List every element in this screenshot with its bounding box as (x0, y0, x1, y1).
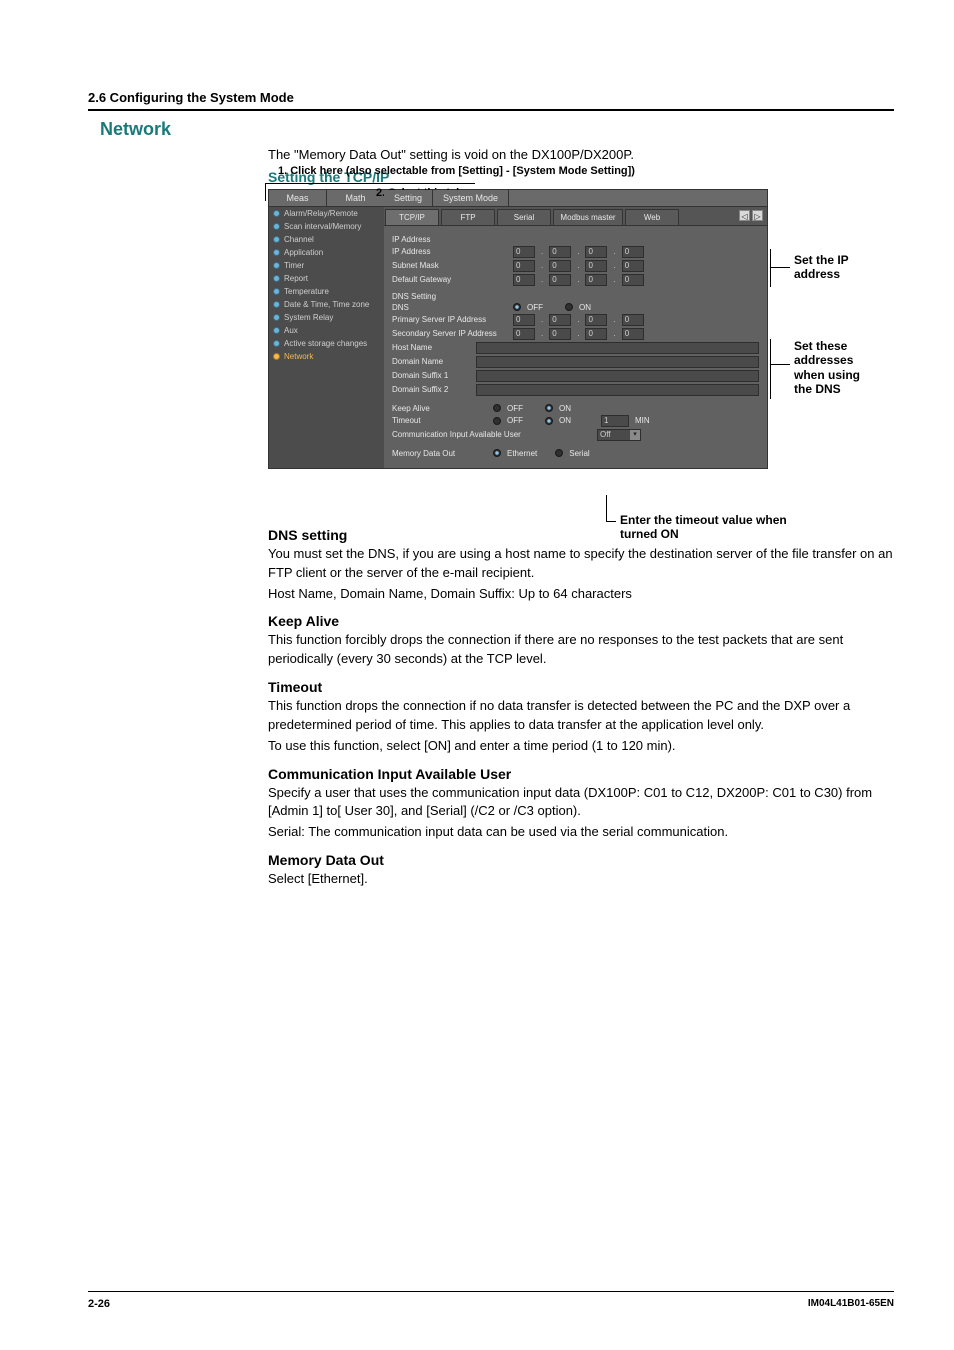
mem-serial-radio[interactable] (555, 449, 563, 457)
subtab-modbus[interactable]: Modbus master (553, 209, 623, 225)
section-header: 2.6 Configuring the System Mode (88, 90, 894, 111)
side-item-temperature[interactable]: Temperature (269, 285, 384, 298)
side-item-channel[interactable]: Channel (269, 233, 384, 246)
side-item-sysrelay[interactable]: System Relay (269, 311, 384, 324)
screenshot-wrap: 1. Click here (also selectable from [Set… (208, 189, 898, 469)
main-panel: Setting System Mode TCP/IP FTP Serial Mo… (384, 190, 767, 468)
side-item-network[interactable]: Network (269, 350, 384, 363)
app-window: Meas Math Alarm/Relay/Remote Scan interv… (268, 189, 768, 469)
annot-set-dns-l3: when using (794, 368, 860, 382)
mem-ethernet-radio[interactable] (493, 449, 501, 457)
annot-set-dns-l1: Set these (794, 339, 847, 353)
footer: 2-26 IM04L41B01-65EN (88, 1291, 894, 1310)
sidebar: Meas Math Alarm/Relay/Remote Scan interv… (269, 190, 384, 468)
callout-1: 1. Click here (also selectable from [Set… (278, 165, 635, 177)
timeout-on-radio[interactable] (545, 417, 553, 425)
keepalive-on-radio[interactable] (545, 404, 553, 412)
tab-system-mode[interactable]: System Mode (433, 190, 509, 206)
dns-on-radio[interactable] (565, 303, 573, 311)
dns-heading: DNS setting (268, 527, 898, 543)
main-body: IP Address IP Address 0. 0. 0. 0 Subnet … (384, 226, 767, 468)
lbl-primary: Primary Server IP Address (392, 315, 507, 324)
bottom-callout-hline (606, 521, 616, 522)
page-title: Network (100, 119, 894, 140)
group-dns-title: DNS Setting (392, 292, 759, 301)
keepalive-off-radio[interactable] (493, 404, 501, 412)
side-item-aux[interactable]: Aux (269, 324, 384, 337)
lbl-subnet: Subnet Mask (392, 261, 507, 270)
suffix2-input[interactable] (476, 384, 759, 396)
lbl-gateway: Default Gateway (392, 275, 507, 284)
lbl-commuser: Communication Input Available User (392, 430, 547, 439)
side-item-timer[interactable]: Timer (269, 259, 384, 272)
sub-tabs: TCP/IP FTP Serial Modbus master Web ◁ ▷ (384, 207, 767, 226)
annot-tick (770, 249, 771, 287)
ip-a3[interactable]: 0 (585, 246, 607, 258)
page-number: 2-26 (88, 1298, 110, 1310)
chevron-down-icon: ▾ (630, 430, 640, 440)
lbl-host: Host Name (392, 343, 470, 352)
ip-a1[interactable]: 0 (513, 246, 535, 258)
ip-a2[interactable]: 0 (549, 246, 571, 258)
dns-p1: You must set the DNS, if you are using a… (268, 545, 898, 583)
annot-set-dns: Set these addresses when using the DNS (794, 339, 860, 397)
commuser-dropdown[interactable]: Off▾ (597, 429, 641, 441)
timeout-p1: This function drops the connection if no… (268, 697, 898, 735)
lbl-suffix1: Domain Suffix 1 (392, 371, 470, 380)
bottom-callout: Enter the timeout value when turned ON (620, 513, 787, 541)
annot-set-ip-l2: address (794, 267, 840, 281)
timeout-value-input[interactable]: 1 (601, 415, 629, 427)
lbl-timeout: Timeout (392, 416, 487, 425)
lbl-keepalive: Keep Alive (392, 404, 487, 413)
lbl-secondary: Secondary Server IP Address (392, 329, 507, 338)
timeout-off-radio[interactable] (493, 417, 501, 425)
domain-name-input[interactable] (476, 356, 759, 368)
annot-line2 (770, 364, 790, 365)
scroll-left-icon[interactable]: ◁ (739, 210, 750, 221)
ip-a4[interactable]: 0 (622, 246, 644, 258)
commuser-heading: Communication Input Available User (268, 766, 898, 782)
host-name-input[interactable] (476, 342, 759, 354)
intro-text: The "Memory Data Out" setting is void on… (268, 146, 898, 165)
side-item-application[interactable]: Application (269, 246, 384, 259)
tab-setting[interactable]: Setting (384, 190, 433, 206)
memdata-heading: Memory Data Out (268, 852, 898, 868)
annot-set-dns-l4: the DNS (794, 382, 841, 396)
lbl-memdataout: Memory Data Out (392, 449, 487, 458)
timeout-heading: Timeout (268, 679, 898, 695)
group-ip-title: IP Address (392, 235, 759, 244)
commuser-p1: Specify a user that uses the communicati… (268, 784, 898, 822)
suffix1-input[interactable] (476, 370, 759, 382)
annot-set-dns-l2: addresses (794, 353, 853, 367)
annot-set-ip: Set the IP address (794, 253, 849, 282)
annot-set-ip-l1: Set the IP (794, 253, 849, 267)
lbl-suffix2: Domain Suffix 2 (392, 385, 470, 394)
subtab-web[interactable]: Web (625, 209, 679, 225)
bottom-callout-line (606, 495, 607, 521)
side-item-alarm[interactable]: Alarm/Relay/Remote (269, 207, 384, 220)
memdata-p: Select [Ethernet]. (268, 870, 898, 889)
dns-off-radio[interactable] (513, 303, 521, 311)
keepalive-heading: Keep Alive (268, 613, 898, 629)
side-item-storage[interactable]: Active storage changes (269, 337, 384, 350)
side-item-scan[interactable]: Scan interval/Memory (269, 220, 384, 233)
lbl-dns: DNS (392, 303, 507, 312)
subtab-tcpip[interactable]: TCP/IP (385, 209, 439, 225)
side-item-datetime[interactable]: Date & Time, Time zone (269, 298, 384, 311)
doc-id: IM04L41B01-65EN (808, 1298, 894, 1310)
scroll-right-icon[interactable]: ▷ (752, 210, 763, 221)
subtab-serial[interactable]: Serial (497, 209, 551, 225)
side-item-report[interactable]: Report (269, 272, 384, 285)
timeout-p2: To use this function, select [ON] and en… (268, 737, 898, 756)
annot-line (770, 267, 790, 268)
subtab-ftp[interactable]: FTP (441, 209, 495, 225)
lbl-ip: IP Address (392, 247, 507, 256)
lbl-domain: Domain Name (392, 357, 470, 366)
timeout-unit: MIN (635, 416, 650, 425)
main-top-tabs: Setting System Mode (384, 190, 767, 207)
annot-tick2 (770, 339, 771, 399)
keepalive-p: This function forcibly drops the connect… (268, 631, 898, 669)
commuser-p2: Serial: The communication input data can… (268, 823, 898, 842)
dns-p2: Host Name, Domain Name, Domain Suffix: U… (268, 585, 898, 604)
